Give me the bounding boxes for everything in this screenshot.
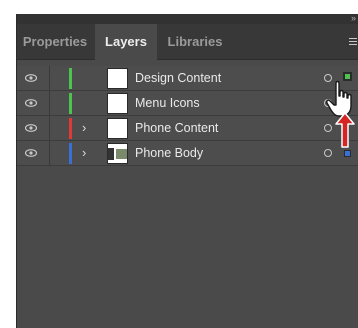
- layer-thumbnail: [107, 118, 128, 139]
- layer-name[interactable]: Phone Content: [135, 116, 218, 141]
- tab-libraries[interactable]: Libraries: [159, 24, 231, 60]
- tab-layers[interactable]: Layers: [95, 24, 157, 61]
- layer-row-design-content[interactable]: Design Content: [17, 66, 358, 91]
- layer-color-bar: [69, 68, 72, 89]
- chevron-right-icon[interactable]: ›: [82, 143, 92, 163]
- layer-name[interactable]: Menu Icons: [135, 91, 200, 116]
- panel-tab-bar: Properties Layers Libraries: [17, 24, 358, 61]
- column-divider: [49, 141, 50, 166]
- eye-icon[interactable]: [25, 99, 37, 107]
- eye-icon[interactable]: [25, 124, 37, 132]
- layer-row-phone-content[interactable]: › Phone Content: [17, 116, 358, 141]
- layer-row-phone-body[interactable]: › Phone Body: [17, 141, 358, 166]
- chevron-right-icon[interactable]: ›: [82, 118, 92, 138]
- layer-thumbnail: [107, 143, 128, 164]
- column-divider: [49, 66, 50, 91]
- eye-icon[interactable]: [25, 74, 37, 82]
- target-circle-icon[interactable]: [324, 124, 332, 132]
- hamburger-menu-icon[interactable]: [349, 38, 357, 46]
- layer-color-bar: [69, 118, 72, 139]
- tab-properties[interactable]: Properties: [17, 24, 93, 60]
- column-divider: [49, 91, 50, 116]
- selection-square-icon[interactable]: [344, 150, 351, 157]
- column-divider: [49, 116, 50, 141]
- double-chevron-icon[interactable]: »: [351, 13, 356, 23]
- layer-color-bar: [69, 143, 72, 164]
- panel-collapse-strip[interactable]: »: [17, 13, 358, 24]
- layers-list: Design Content Menu Icons › Phone Conten…: [17, 66, 358, 166]
- layer-row-menu-icons[interactable]: Menu Icons: [17, 91, 358, 116]
- eye-icon[interactable]: [25, 149, 37, 157]
- layer-name[interactable]: Design Content: [135, 66, 221, 91]
- red-up-arrow-icon: [335, 112, 355, 148]
- layer-color-bar: [69, 93, 72, 114]
- layers-panel: » Properties Layers Libraries Design Con…: [16, 13, 358, 328]
- layer-thumbnail: [107, 93, 128, 114]
- target-circle-icon[interactable]: [324, 149, 332, 157]
- layer-name[interactable]: Phone Body: [135, 141, 203, 166]
- layer-thumbnail: [107, 68, 128, 89]
